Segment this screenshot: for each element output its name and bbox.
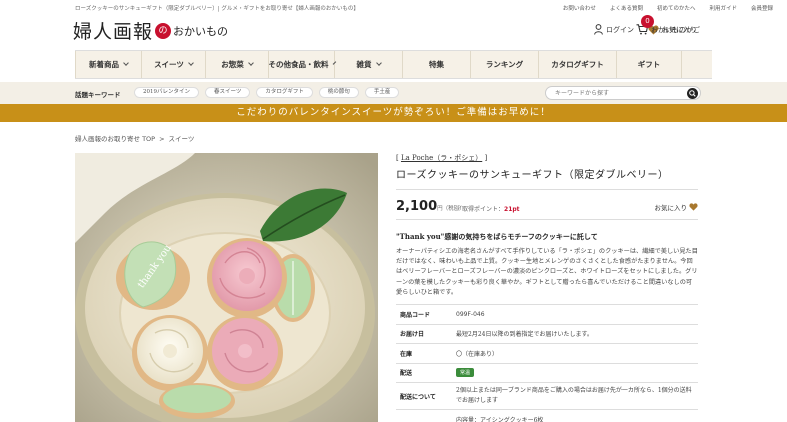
- logo-no-mark: の: [155, 22, 172, 39]
- spec-key: 商品コード: [396, 304, 452, 325]
- favorite-label: お気に入り: [654, 204, 688, 212]
- nav-item-label: 雑貨: [356, 60, 372, 69]
- keyword-tag[interactable]: 手土産: [364, 87, 400, 98]
- nav-item-label: その他食品・飲料: [268, 60, 329, 69]
- nav-item-label: 特集: [429, 60, 444, 69]
- table-row: 商品コード 099F-046: [396, 304, 698, 325]
- brand-line: [ La Poche（ラ・ポシェ） ]: [396, 154, 488, 162]
- nav-item[interactable]: ギフト: [617, 51, 682, 78]
- points-value: 21pt: [504, 206, 520, 213]
- chevron-down-icon: [247, 60, 254, 66]
- logo-sub: おかいもの: [173, 24, 229, 38]
- chevron-down-icon: [123, 60, 129, 66]
- nav-item-label: スイーツ: [154, 60, 184, 69]
- table-row: 配送について 2個以上または同一ブランド商品をご購入の場合はお届け先が一カ所なら、…: [396, 382, 698, 410]
- cart-button[interactable]: 0 おかいものかご: [636, 15, 700, 35]
- spec-value-cell: 常温: [452, 362, 698, 383]
- search-input[interactable]: [546, 87, 676, 99]
- logo-main: 婦人画報: [73, 21, 154, 43]
- nav-item[interactable]: 雑貨: [335, 51, 403, 78]
- table-row: 配送 常温: [396, 362, 698, 383]
- brand-link[interactable]: La Poche（ラ・ポシェ）: [401, 154, 482, 162]
- table-row: 在庫 〇（在庫あり）: [396, 343, 698, 364]
- spec-value: 〇（在庫あり）: [452, 343, 698, 364]
- spec-key: 在庫: [396, 343, 452, 364]
- breadcrumb: 婦人画報のお取り寄せ TOP > スイーツ: [75, 133, 194, 143]
- nav-item[interactable]: お惣菜: [206, 51, 269, 78]
- spec-value: 内容量：アイシングクッキー6枚: [452, 409, 698, 422]
- breadcrumb-home[interactable]: 婦人画報のお取り寄せ TOP: [75, 135, 155, 143]
- link-guide[interactable]: 利用ガイド: [709, 4, 737, 12]
- points-info: ／取得ポイント：21pt: [456, 204, 520, 213]
- product-price: 2,100円（税別）: [396, 199, 465, 214]
- nav-item[interactable]: 新着商品: [75, 51, 142, 78]
- price-value: 2,100: [396, 199, 438, 214]
- promo-banner[interactable]: こだわりのバレンタインスイーツが勢ぞろい！ご準備はお早めに！: [0, 104, 787, 122]
- spec-value: 2個以上または同一ブランド商品をご購入の場合はお届け先が一カ所なら、1個分の送料…: [452, 382, 698, 410]
- spec-table: 商品コード 099F-046 お届け日 最短2月24日以降の到着指定でお届けいたしま…: [396, 304, 698, 422]
- nav-item-label: 新着商品: [89, 60, 119, 69]
- breadcrumb-current[interactable]: スイーツ: [169, 135, 195, 143]
- link-first-time[interactable]: 初めてのかたへ: [657, 4, 696, 12]
- add-favorite-button[interactable]: お気に入り: [655, 202, 699, 212]
- nav-item[interactable]: その他食品・飲料: [268, 51, 336, 78]
- site-description: ローズクッキーのサンキューギフト（限定ダブルベリー）| グルメ・ギフトをお取り寄…: [75, 6, 359, 12]
- main-nav: 新着商品 スイーツ お惣菜 その他食品・飲料 雑貨 特集 ランキング カタログギフト ギフト: [75, 50, 712, 79]
- spec-key: 配送: [396, 362, 452, 383]
- link-contact[interactable]: お問い合わせ: [563, 4, 596, 12]
- product-info: [ La Poche（ラ・ポシェ） ] ローズクッキーのサンキューギフト（限定ダ…: [396, 153, 698, 422]
- nav-item-label: お惣菜: [221, 60, 244, 69]
- table-row: お届け日 最短2月24日以降の到着指定でお届けいたします。: [396, 323, 698, 344]
- nav-item-label: ギフト: [637, 60, 661, 69]
- nav-item[interactable]: カタログギフト: [539, 51, 617, 78]
- spec-key: [396, 409, 452, 422]
- delivery-badge: 常温: [456, 368, 475, 378]
- search-icon: [689, 90, 696, 97]
- spec-value: 最短2月24日以降の到着指定でお届けいたします。: [452, 323, 698, 344]
- spec-key: お届け日: [396, 323, 452, 344]
- nav-item-label: ランキング: [485, 60, 524, 69]
- breadcrumb-separator: >: [159, 135, 165, 143]
- keyword-tag[interactable]: 春スイーツ: [205, 87, 251, 98]
- keyword-tag[interactable]: 2019バレンタイン: [134, 87, 199, 98]
- keyword-tag[interactable]: 桃の節句: [318, 87, 359, 98]
- price-row: 2,100円（税別） ／取得ポイント：21pt お気に入り: [396, 190, 698, 220]
- login-label: ログイン: [606, 25, 634, 34]
- link-register[interactable]: 会員登録: [751, 4, 773, 12]
- keyword-label: 話題キーワード: [75, 91, 121, 99]
- utility-links: お問い合わせ よくある質問 初めてのかたへ 利用ガイド 会員登録: [563, 4, 773, 12]
- login-button[interactable]: ログイン: [594, 24, 634, 35]
- spec-value: 099F-046: [452, 304, 698, 325]
- user-icon: [594, 24, 603, 35]
- keyword-tags: 2019バレンタイン 春スイーツ カタログギフト 桃の節句 手土産: [134, 87, 400, 98]
- chevron-down-icon: [188, 60, 194, 66]
- heart-icon: [689, 203, 698, 211]
- cookie-gift-photo: thank you: [75, 153, 378, 422]
- points-label: ／取得ポイント：: [456, 206, 505, 213]
- cart-count-badge: 0: [641, 15, 654, 28]
- spec-key: 配送について: [396, 382, 452, 410]
- table-row: 内容量：アイシングクッキー6枚: [396, 409, 698, 422]
- product-catchphrase: "Thank you"感謝の気持ちをばらモチーフのクッキーに託して: [396, 232, 598, 241]
- nav-item[interactable]: スイーツ: [142, 51, 206, 78]
- keyword-tag[interactable]: カタログギフト: [256, 87, 313, 98]
- product-title: ローズクッキーのサンキューギフト（限定ダブルベリー）: [396, 166, 698, 190]
- top-strip: ローズクッキーのサンキューギフト（限定ダブルベリー）| グルメ・ギフトをお取り寄…: [0, 0, 787, 14]
- link-faq[interactable]: よくある質問: [610, 4, 643, 12]
- nav-item[interactable]: ランキング: [471, 51, 539, 78]
- product-description: オーナーパティシエの海老名さんがすべて手作りしている「ラ・ポシェ」のクッキーは、…: [396, 248, 698, 296]
- site-logo[interactable]: 婦人画報 の おかいもの: [73, 17, 228, 44]
- search-box: [545, 86, 701, 100]
- nav-item-label: カタログギフト: [551, 60, 604, 69]
- chevron-down-icon: [375, 60, 382, 66]
- product-image[interactable]: thank you: [75, 153, 378, 422]
- keyword-bar: 話題キーワード 2019バレンタイン 春スイーツ カタログギフト 桃の節句 手土…: [0, 82, 787, 104]
- nav-item[interactable]: 特集: [403, 51, 471, 78]
- cart-label: おかいものかご: [651, 25, 700, 34]
- search-button[interactable]: [687, 88, 698, 99]
